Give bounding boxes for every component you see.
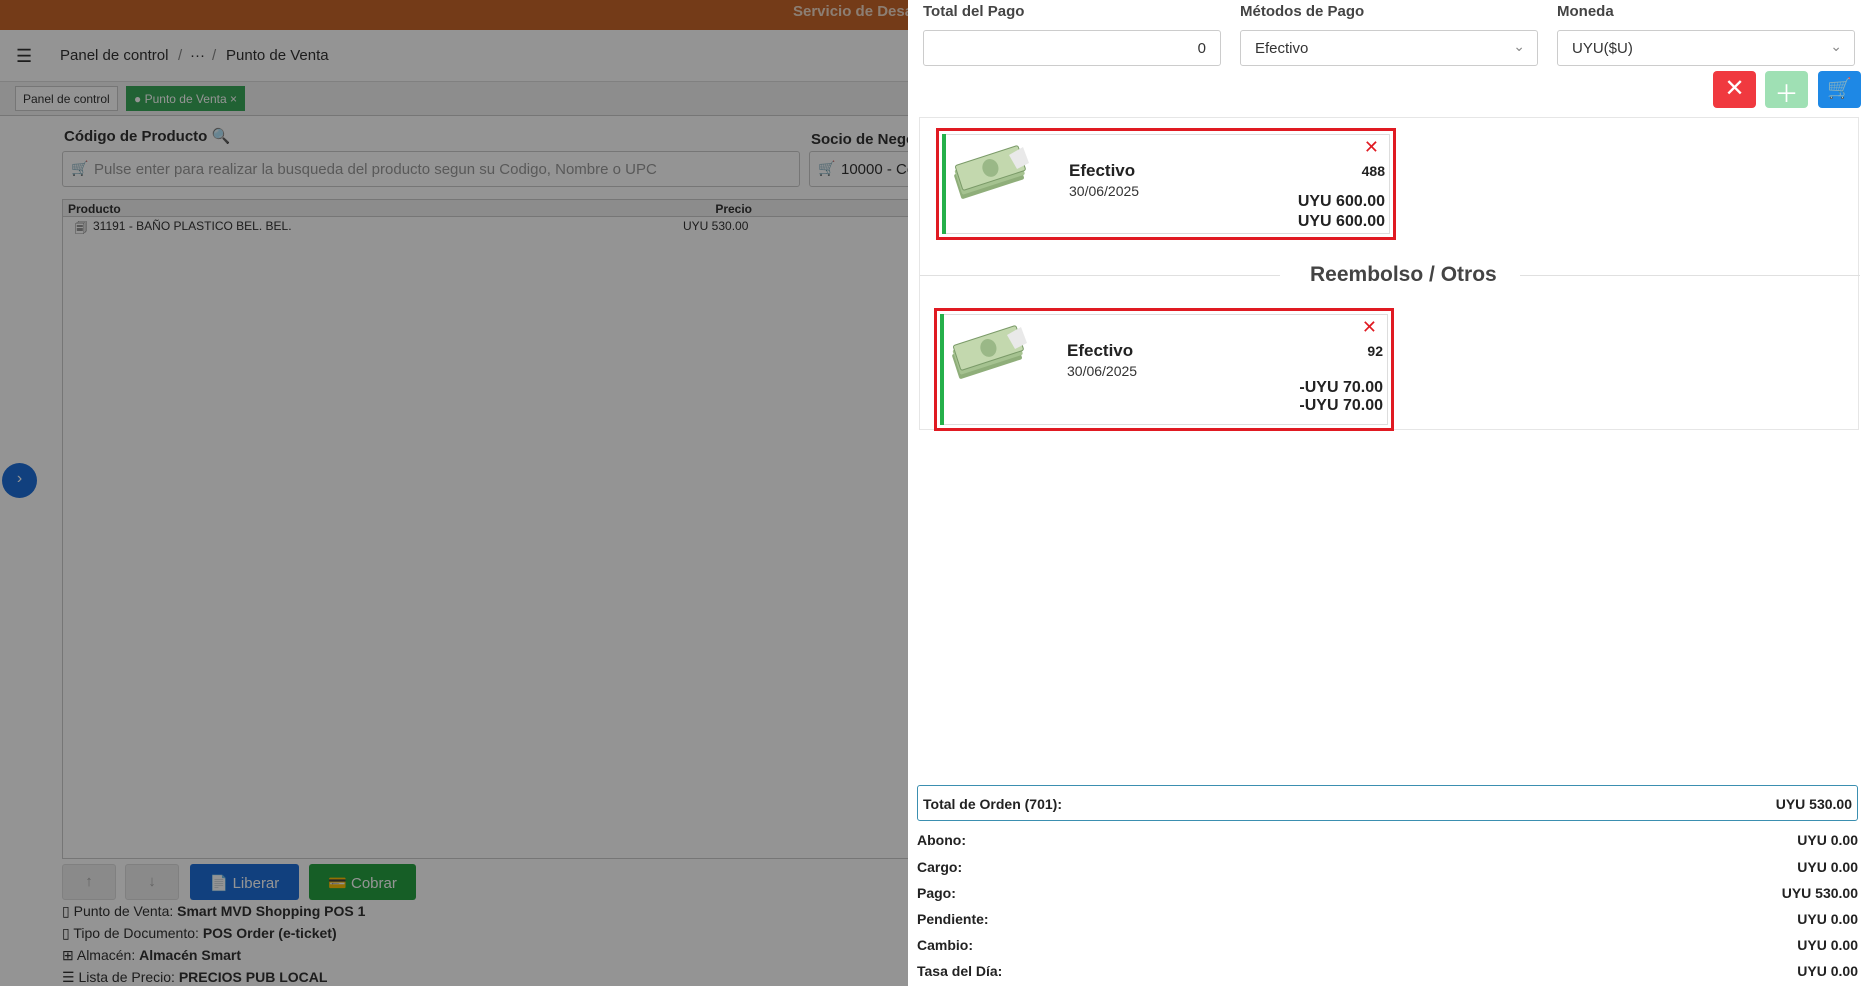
refund-number: 92 xyxy=(1367,343,1383,359)
plus-icon: ＋ xyxy=(1774,81,1799,108)
cash-icon xyxy=(952,325,1027,379)
payment-date: 30/06/2025 xyxy=(1069,183,1140,199)
add-payment-button[interactable]: ＋ xyxy=(1765,71,1808,108)
payment-amount: UYU 600.00 xyxy=(1297,193,1385,210)
summary-row-pendiente: Pendiente: UYU 0.00 xyxy=(917,911,1858,927)
order-total-label: Total de Orden (701): xyxy=(923,796,1062,812)
summary-row-abono: Abono: UYU 0.00 xyxy=(917,832,1858,848)
refund-amount-converted: -UYU 70.00 xyxy=(1299,397,1383,414)
chevron-down-icon: ⌄ xyxy=(1513,38,1525,54)
payment-amount-converted: UYU 600.00 xyxy=(1297,213,1385,230)
refund-card[interactable]: Efectivo 30/06/2025 92 -UYU 70.00 -UYU 7… xyxy=(934,308,1394,431)
order-total-value: UYU 530.00 xyxy=(1775,796,1852,812)
cancel-button[interactable]: ✕ xyxy=(1713,71,1756,108)
payment-drawer: Total del Pago 0 Métodos de Pago Efectiv… xyxy=(908,0,1866,986)
divider xyxy=(1520,275,1860,276)
payment-total-input[interactable]: 0 xyxy=(923,30,1221,66)
payment-number: 488 xyxy=(1361,163,1385,179)
pos-app: Servicio de Desa ☰ Panel de control / ··… xyxy=(0,0,1866,986)
modal-overlay[interactable] xyxy=(0,0,908,986)
checkout-button[interactable]: 🛒 xyxy=(1818,71,1861,108)
payment-card[interactable]: Efectivo 30/06/2025 488 UYU 600.00 UYU 6… xyxy=(936,128,1396,240)
refunds-title: Reembolso / Otros xyxy=(1310,263,1497,286)
summary-row-pago: Pago: UYU 530.00 xyxy=(917,885,1858,901)
summary-row-tasa: Tasa del Día: UYU 0.00 xyxy=(917,963,1858,979)
cash-icon xyxy=(954,145,1029,199)
refund-date: 30/06/2025 xyxy=(1067,363,1138,379)
payments-list: Efectivo 30/06/2025 488 UYU 600.00 UYU 6… xyxy=(919,117,1860,431)
remove-refund-icon[interactable]: ✕ xyxy=(1362,317,1377,338)
chevron-down-icon: ⌄ xyxy=(1830,38,1842,54)
refund-amount: -UYU 70.00 xyxy=(1299,379,1383,396)
currency-label: Moneda xyxy=(1557,3,1614,20)
order-total-box: Total de Orden (701): UYU 530.00 xyxy=(917,785,1858,821)
cart-icon: 🛒 xyxy=(1827,78,1852,100)
summary-row-cambio: Cambio: UYU 0.00 xyxy=(917,937,1858,953)
currency-select[interactable]: UYU($U) ⌄ xyxy=(1557,30,1855,66)
close-icon: ✕ xyxy=(1724,75,1745,102)
payment-total-label: Total del Pago xyxy=(923,3,1025,20)
summary-row-cargo: Cargo: UYU 0.00 xyxy=(917,859,1858,875)
payment-method-select[interactable]: Efectivo ⌄ xyxy=(1240,30,1538,66)
payment-methods-label: Métodos de Pago xyxy=(1240,3,1365,20)
payment-method-name: Efectivo xyxy=(1069,161,1136,180)
remove-payment-icon[interactable]: ✕ xyxy=(1364,137,1379,158)
divider xyxy=(920,275,1280,276)
refund-method-name: Efectivo xyxy=(1067,341,1134,360)
